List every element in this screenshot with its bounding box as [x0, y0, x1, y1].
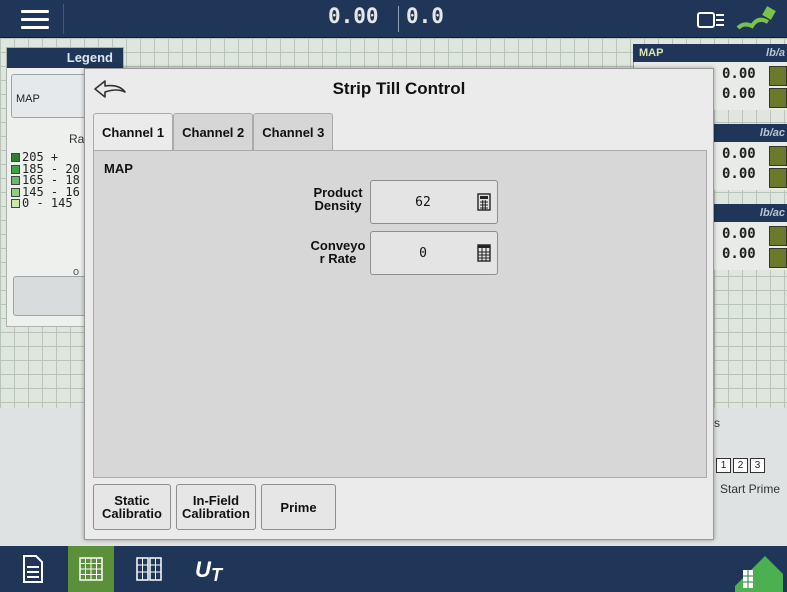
status-icons[interactable] [694, 4, 784, 34]
rate-panel-unit: lb/ac [759, 127, 785, 139]
ut-icon: U T [195, 557, 224, 583]
target-rate-value: 0.00 [722, 226, 756, 242]
conveyor-rate-value: 0 [419, 246, 427, 261]
product-density-value: 62 [415, 195, 431, 210]
legend-product-button[interactable]: MAP [11, 74, 95, 118]
back-button[interactable] [91, 77, 131, 101]
bottom-nav-bar: U T [0, 546, 787, 592]
home-button[interactable] [10, 546, 56, 592]
split-view-button[interactable] [126, 546, 172, 592]
speed-readout: 0.00 [328, 4, 379, 28]
legend-range: 0 - 145 [11, 196, 80, 210]
legend-range-label: 0 - 145 [22, 196, 73, 210]
rate-bar [769, 146, 787, 166]
channel-tabs: Channel 1 Channel 2 Channel 3 [93, 113, 334, 153]
readout-divider [398, 6, 399, 32]
top-status-bar: 0.00 0.0 [0, 0, 787, 38]
calculator-icon [477, 193, 491, 211]
menu-icon-line [20, 17, 49, 21]
rate-panel-name: MAP [639, 47, 664, 59]
menu-icon [20, 9, 49, 13]
channel-box[interactable]: 2 [733, 458, 748, 473]
dialog-title: Strip Till Control [332, 79, 466, 98]
side-label: s [714, 416, 720, 430]
rate-panel-header: MAP lb/a [633, 44, 787, 62]
menu-icon-line [20, 25, 49, 29]
product-density-label: Product Density [313, 185, 363, 213]
field-operations-button[interactable] [727, 546, 787, 592]
product-name: MAP [104, 161, 133, 176]
table-icon [477, 244, 491, 262]
conveyor-rate-field[interactable]: 0 [370, 231, 498, 275]
applied-rate-value: 0.00 [722, 246, 756, 262]
channel-selector[interactable]: 1 2 3 [716, 458, 765, 473]
tab-channel-1[interactable]: Channel 1 [93, 113, 174, 153]
svg-text:U: U [195, 557, 212, 582]
rate-readout: 0.0 [406, 4, 444, 28]
universal-terminal-button[interactable]: U T [190, 546, 236, 592]
rate-bar [769, 226, 787, 246]
strip-till-dialog: Strip Till Control Channel 1 Channel 2 C… [84, 68, 714, 540]
tab-channel-2[interactable]: Channel 2 [173, 113, 254, 151]
rate-bar [769, 88, 787, 108]
legend-swatch [11, 187, 20, 197]
applied-rate-value: 0.00 [722, 86, 756, 102]
map-view-button[interactable] [68, 546, 114, 592]
infield-calibration-button[interactable]: In-Field Calibration [176, 484, 256, 530]
back-arrow-icon [94, 80, 126, 98]
rate-panel-unit: lb/a [766, 47, 785, 59]
document-icon [23, 555, 43, 583]
legend-swatch [11, 153, 20, 162]
grid-icon [79, 557, 103, 581]
rate-bar [769, 248, 787, 268]
applied-rate-value: 0.00 [722, 166, 756, 182]
menu-button[interactable] [6, 4, 64, 34]
rate-bar [769, 168, 787, 188]
split-grid-icon [136, 557, 162, 581]
legend-range-list: 205 + 185 - 20 165 - 18 145 - 16 0 - 145 [11, 151, 80, 210]
static-calibration-button[interactable]: Static Calibratio [93, 484, 171, 530]
target-rate-value: 0.00 [722, 66, 756, 82]
product-density-field[interactable]: 62 [370, 180, 498, 224]
legend-rate-label: Ra [69, 132, 85, 146]
rate-bar [769, 66, 787, 86]
legend-swatch [11, 199, 20, 208]
legend-title: Legend [7, 48, 123, 68]
legend-swatch [11, 164, 20, 174]
gps-signal-icon [697, 6, 776, 30]
field-operations-icon [735, 556, 783, 592]
tab-channel-3[interactable]: Channel 3 [253, 113, 334, 151]
conveyor-rate-label: Conveyo r Rate [310, 238, 366, 266]
channel-box[interactable]: 1 [716, 458, 731, 473]
svg-text:T: T [211, 565, 224, 583]
rate-panel-unit: lb/ac [759, 207, 785, 219]
channel-panel: MAP Product Density 62 Conveyo r Rate 0 [93, 150, 707, 478]
legend-swatch [11, 176, 20, 185]
prime-button[interactable]: Prime [261, 484, 336, 530]
channel-box[interactable]: 3 [750, 458, 765, 473]
start-prime-button[interactable]: Start Prime [718, 482, 782, 496]
target-rate-value: 0.00 [722, 146, 756, 162]
